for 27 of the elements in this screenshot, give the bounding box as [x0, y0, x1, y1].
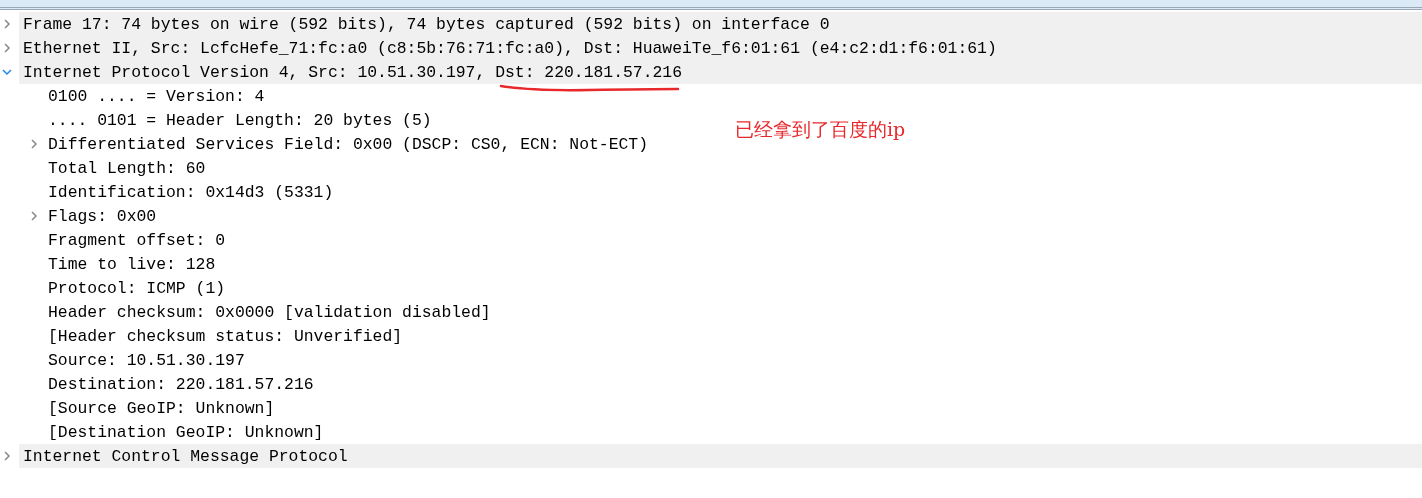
tree-item-text[interactable]: Header checksum: 0x0000 [validation disabled] [48, 302, 491, 322]
chevron-right-icon[interactable] [29, 211, 39, 221]
chevron-right-icon[interactable] [2, 451, 12, 461]
chevron-right-icon[interactable] [2, 19, 12, 29]
tree-item-text[interactable]: Source: 10.51.30.197 [48, 350, 245, 370]
tree-item-text[interactable]: [Source GeoIP: Unknown] [48, 398, 275, 418]
chevron-down-icon[interactable] [2, 67, 12, 77]
packet-list-row[interactable] [0, 0, 1422, 10]
tree-item-text[interactable]: Destination: 220.181.57.216 [48, 374, 314, 394]
annotation-text: 已经拿到了百度的ip [735, 117, 906, 142]
tree-item-text[interactable]: Identification: 0x14d3 (5331) [48, 182, 334, 202]
tree-item-text[interactable]: [Destination GeoIP: Unknown] [48, 422, 324, 442]
chevron-right-icon[interactable] [2, 43, 12, 53]
tree-item-text[interactable]: .... 0101 = Header Length: 20 bytes (5) [48, 110, 432, 130]
tree-item-text: Frame 17: 74 bytes on wire (592 bits), 74 bytes captured (592 bits) on interface 0 [23, 14, 830, 34]
tree-item-text[interactable]: 0100 .... = Version: 4 [48, 86, 265, 106]
tree-item-text[interactable]: Protocol: ICMP (1) [48, 278, 226, 298]
chevron-right-icon[interactable] [29, 139, 39, 149]
tree-item-text[interactable]: Flags: 0x00 [48, 206, 157, 226]
tree-item-text[interactable]: Total Length: 60 [48, 158, 206, 178]
tree-item-text[interactable]: [Header checksum status: Unverified] [48, 326, 403, 346]
tree-item-text: Ethernet II, Src: LcfcHefe_71:fc:a0 (c8:5b:76:71:fc:a0), Dst: HuaweiTe_f6:01:61 (e4:c2:d1:f6:01:61) [23, 38, 997, 58]
tree-item-text[interactable]: Fragment offset: 0 [48, 230, 226, 250]
tree-item-text[interactable]: Differentiated Services Field: 0x00 (DSCP: CS0, ECN: Not-ECT) [48, 134, 648, 154]
tree-item-text[interactable]: Time to live: 128 [48, 254, 216, 274]
tree-item-text: Internet Protocol Version 4, Src: 10.51.30.197, Dst: 220.181.57.216 [23, 62, 682, 82]
tree-item-text: Internet Control Message Protocol [23, 446, 348, 466]
